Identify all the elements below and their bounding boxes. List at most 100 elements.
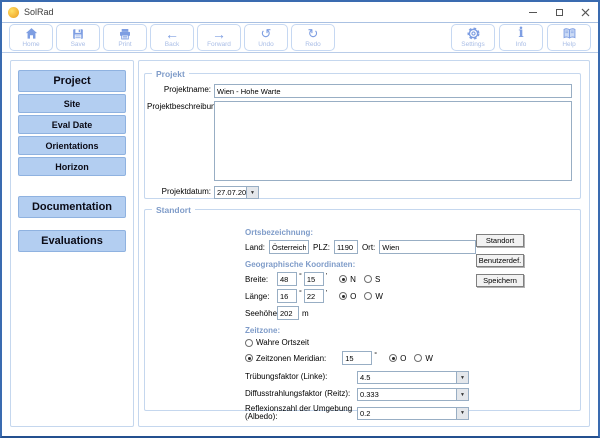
- project-name-label: Projektname:: [147, 84, 211, 95]
- sidebar-item-site[interactable]: Site: [18, 94, 126, 113]
- site-groupbox: Standort Ortsbezeichnung: Land: PLZ: Ort…: [144, 209, 581, 411]
- back-button[interactable]: ← Back: [150, 24, 194, 51]
- altitude-input[interactable]: [277, 306, 299, 320]
- longitude-east-radio[interactable]: [339, 292, 347, 300]
- project-description-label: Projektbeschreibung:: [147, 101, 211, 112]
- back-label: Back: [165, 42, 179, 49]
- info-icon: i: [518, 26, 523, 41]
- meridian-east-radio[interactable]: [389, 354, 397, 362]
- home-label: Home: [22, 42, 39, 49]
- meridian-west-radio[interactable]: [414, 354, 422, 362]
- close-button[interactable]: [580, 7, 590, 17]
- project-description-textarea[interactable]: [214, 101, 572, 181]
- print-label: Print: [118, 42, 131, 49]
- country-label: Land:: [245, 243, 265, 252]
- project-group-legend: Projekt: [152, 69, 189, 79]
- redo-icon: ↻: [308, 26, 319, 41]
- sidebar-item-project[interactable]: Project: [18, 70, 126, 92]
- longitude-degrees-input[interactable]: [277, 289, 297, 303]
- forward-label: Forward: [207, 42, 231, 49]
- help-button[interactable]: Help: [547, 24, 591, 51]
- longitude-west-radio[interactable]: [364, 292, 372, 300]
- true-local-time-radio[interactable]: [245, 339, 253, 347]
- altitude-unit: m: [302, 309, 309, 318]
- sidebar-item-evaluations[interactable]: Evaluations: [18, 230, 126, 252]
- sidebar-item-documentation[interactable]: Documentation: [18, 196, 126, 218]
- home-icon: [24, 26, 39, 41]
- turbidity-factor-dropdown[interactable]: 4.5 ▼: [357, 371, 469, 384]
- timezone-meridian-input[interactable]: [342, 351, 372, 365]
- location-section-label: Ortsbezeichnung:: [245, 228, 580, 237]
- home-button[interactable]: Home: [9, 24, 53, 51]
- redo-button[interactable]: ↻ Redo: [291, 24, 335, 51]
- minimize-button[interactable]: [528, 7, 538, 17]
- undo-button[interactable]: ↺ Undo: [244, 24, 288, 51]
- latitude-north-label: N: [350, 275, 356, 284]
- zip-input[interactable]: [334, 240, 358, 254]
- zip-label: PLZ:: [313, 243, 330, 252]
- arrow-left-icon: ←: [165, 26, 179, 41]
- sidebar-item-orientations[interactable]: Orientations: [18, 136, 126, 155]
- undo-icon: ↺: [261, 26, 272, 41]
- main-panel: Projekt Projektname: Projektbeschreibung…: [138, 60, 590, 427]
- diffuse-factor-label: Diffusstrahlungsfaktor (Reitz):: [245, 390, 357, 398]
- albedo-factor-value: 0.2: [358, 408, 456, 419]
- longitude-east-label: O: [350, 292, 356, 301]
- latitude-south-label: S: [375, 275, 380, 284]
- benutzerdef-button[interactable]: Benutzerdef.: [476, 254, 524, 267]
- settings-label: Settings: [461, 42, 485, 49]
- country-input[interactable]: [269, 240, 309, 254]
- print-button[interactable]: Print: [103, 24, 147, 51]
- minute-sign: ': [326, 273, 327, 280]
- save-icon: [71, 26, 85, 41]
- speichern-button[interactable]: Speichern: [476, 274, 524, 287]
- sidebar-item-horizon[interactable]: Horizon: [18, 157, 126, 176]
- help-label: Help: [562, 42, 575, 49]
- save-button[interactable]: Save: [56, 24, 100, 51]
- city-label: Ort:: [362, 243, 375, 252]
- timezone-section-label: Zeitzone:: [245, 326, 580, 335]
- meridian-east-label: O: [400, 354, 406, 363]
- redo-label: Redo: [305, 42, 321, 49]
- latitude-north-radio[interactable]: [339, 275, 347, 283]
- info-label: Info: [516, 42, 527, 49]
- print-icon: [118, 26, 132, 41]
- project-name-input[interactable]: [214, 84, 572, 98]
- app-sun-icon: [8, 7, 19, 18]
- latitude-minutes-input[interactable]: [304, 272, 324, 286]
- chevron-down-icon[interactable]: ▼: [246, 187, 258, 198]
- longitude-west-label: W: [375, 292, 383, 301]
- project-date-dropdown[interactable]: 27.07.2018 ▼: [214, 186, 259, 199]
- latitude-south-radio[interactable]: [364, 275, 372, 283]
- sidebar-item-eval-date[interactable]: Eval Date: [18, 115, 126, 134]
- altitude-label: Seehöhe:: [245, 309, 277, 318]
- degree-sign: °: [374, 352, 377, 359]
- chevron-down-icon[interactable]: ▼: [456, 389, 468, 400]
- diffuse-factor-dropdown[interactable]: 0.333 ▼: [357, 388, 469, 401]
- city-input[interactable]: [379, 240, 476, 254]
- turbidity-factor-value: 4.5: [358, 372, 456, 383]
- standort-button[interactable]: Standort: [476, 234, 524, 247]
- forward-button[interactable]: → Forward: [197, 24, 241, 51]
- timezone-meridian-radio[interactable]: [245, 354, 253, 362]
- book-icon: [562, 26, 577, 41]
- maximize-button[interactable]: [554, 7, 564, 17]
- latitude-degrees-input[interactable]: [277, 272, 297, 286]
- window-title: SolRad: [24, 7, 54, 17]
- longitude-minutes-input[interactable]: [304, 289, 324, 303]
- project-date-value: 27.07.2018: [215, 187, 246, 198]
- undo-label: Undo: [258, 42, 274, 49]
- diffuse-factor-value: 0.333: [358, 389, 456, 400]
- app-window: SolRad Home: [0, 0, 600, 438]
- save-label: Save: [71, 42, 86, 49]
- project-groupbox: Projekt Projektname: Projektbeschreibung…: [144, 73, 581, 199]
- sidebar: Project Site Eval Date Orientations Hori…: [10, 60, 134, 427]
- chevron-down-icon[interactable]: ▼: [456, 408, 468, 419]
- info-button[interactable]: i Info: [499, 24, 543, 51]
- chevron-down-icon[interactable]: ▼: [456, 372, 468, 383]
- gear-icon: [466, 26, 481, 41]
- settings-button[interactable]: Settings: [451, 24, 495, 51]
- turbidity-factor-label: Trübungsfaktor (Linke):: [245, 373, 357, 381]
- albedo-factor-dropdown[interactable]: 0.2 ▼: [357, 407, 469, 420]
- true-local-time-label: Wahre Ortszeit: [256, 338, 309, 347]
